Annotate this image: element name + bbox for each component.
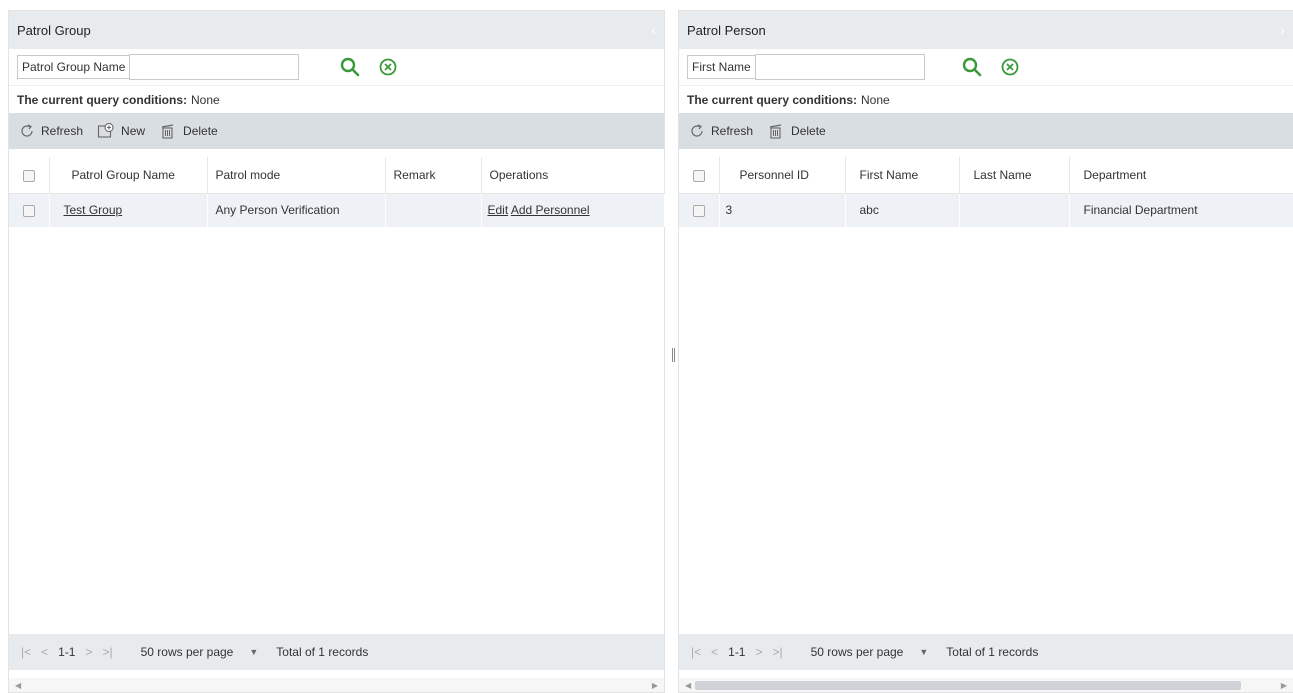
- rows-per-page-select[interactable]: 50 rows per page ▼: [141, 645, 259, 659]
- clear-icon[interactable]: [377, 56, 399, 78]
- column-header[interactable]: Personnel ID: [719, 157, 846, 194]
- patrol-person-title: Patrol Person: [687, 22, 766, 38]
- chevron-down-icon: ▼: [919, 647, 929, 657]
- table-header-row: Patrol Group Name Patrol mode Remark Ope…: [9, 157, 665, 194]
- patrol-person-panel: Patrol Person › First Name The current q…: [678, 10, 1293, 693]
- query-conditions: The current query conditions: None: [9, 85, 664, 113]
- add-personnel-link[interactable]: Add Personnel: [511, 203, 590, 217]
- edit-link[interactable]: Edit: [488, 203, 509, 217]
- total-records: Total of 1 records: [946, 645, 1039, 659]
- patrol-group-table: Patrol Group Name Patrol mode Remark Ope…: [9, 157, 665, 227]
- remark-cell: [385, 193, 482, 227]
- personnel-id-cell: 3: [719, 193, 846, 227]
- search-icon[interactable]: [961, 56, 983, 78]
- panel-splitter-handle[interactable]: [672, 348, 675, 362]
- patrol-group-name-input[interactable]: [129, 54, 300, 80]
- horizontal-scrollbar[interactable]: ◀ ▶: [679, 678, 1293, 692]
- column-header[interactable]: Patrol mode: [207, 157, 386, 194]
- horizontal-scrollbar[interactable]: ◀ ▶: [9, 678, 664, 692]
- row-checkbox[interactable]: [693, 205, 705, 218]
- patrol-group-search-row: Patrol Group Name: [9, 49, 664, 85]
- prev-page-button[interactable]: <: [41, 645, 48, 659]
- column-header[interactable]: First Name: [845, 157, 960, 194]
- next-page-button[interactable]: >: [85, 645, 92, 659]
- patrol-group-header: Patrol Group ‹: [9, 11, 664, 49]
- delete-icon: [161, 124, 174, 139]
- patrol-group-toolbar: Refresh New Delete: [9, 113, 664, 149]
- prev-page-button[interactable]: <: [711, 645, 718, 659]
- refresh-button[interactable]: Refresh: [689, 123, 753, 139]
- last-page-button[interactable]: >|: [103, 645, 113, 659]
- query-conditions-value: None: [861, 92, 890, 107]
- scroll-left-icon[interactable]: ◀: [685, 681, 691, 690]
- rows-per-page-select[interactable]: 50 rows per page ▼: [811, 645, 929, 659]
- collapse-left-icon[interactable]: ‹: [652, 23, 656, 38]
- table-header-row: Personnel ID First Name Last Name Depart…: [679, 157, 1293, 194]
- new-button[interactable]: New: [97, 123, 145, 139]
- rows-per-page-value: 50 rows per page: [810, 645, 904, 659]
- refresh-icon: [21, 124, 33, 137]
- refresh-label: Refresh: [41, 124, 84, 138]
- column-header: Operations: [481, 157, 665, 194]
- department-cell: Financial Department: [1069, 193, 1293, 227]
- delete-button[interactable]: Delete: [767, 122, 826, 140]
- column-header[interactable]: Patrol Group Name: [49, 157, 208, 194]
- column-header[interactable]: Last Name: [959, 157, 1070, 194]
- collapse-right-icon[interactable]: ›: [1281, 23, 1285, 38]
- delete-label: Delete: [183, 124, 218, 138]
- scroll-left-icon[interactable]: ◀: [15, 681, 21, 690]
- delete-button[interactable]: Delete: [159, 122, 218, 140]
- refresh-button[interactable]: Refresh: [19, 123, 83, 139]
- refresh-label: Refresh: [711, 124, 754, 138]
- patrol-group-pager: |< < 1-1 > >| 50 rows per page ▼ Total o…: [9, 634, 664, 670]
- scroll-right-icon[interactable]: ▶: [652, 681, 658, 690]
- query-conditions: The current query conditions: None: [679, 85, 1293, 113]
- patrol-person-pager: |< < 1-1 > >| 50 rows per page ▼ Total o…: [679, 634, 1293, 670]
- patrol-group-title: Patrol Group: [17, 22, 91, 38]
- new-label: New: [121, 124, 146, 138]
- patrol-person-toolbar: Refresh Delete: [679, 113, 1293, 149]
- query-conditions-label: The current query conditions:: [687, 92, 858, 107]
- search-icon[interactable]: [339, 56, 361, 78]
- new-icon: [97, 123, 114, 138]
- column-header[interactable]: Remark: [385, 157, 482, 194]
- refresh-icon: [691, 124, 703, 137]
- chevron-down-icon: ▼: [249, 647, 259, 657]
- patrol-person-table: Personnel ID First Name Last Name Depart…: [679, 157, 1293, 227]
- first-name-input[interactable]: [754, 54, 925, 80]
- patrol-person-search-row: First Name: [679, 49, 1293, 85]
- table-row[interactable]: Test Group Any Person Verification Edit …: [9, 193, 665, 227]
- row-checkbox[interactable]: [23, 205, 35, 218]
- clear-icon[interactable]: [999, 56, 1021, 78]
- scroll-right-icon[interactable]: ▶: [1281, 681, 1287, 690]
- column-header[interactable]: Department: [1069, 157, 1293, 194]
- last-name-cell: [959, 193, 1070, 227]
- group-name-link[interactable]: Test Group: [64, 203, 123, 217]
- first-name-cell: abc: [845, 193, 960, 227]
- last-page-button[interactable]: >|: [773, 645, 783, 659]
- delete-icon: [769, 124, 782, 139]
- total-records: Total of 1 records: [276, 645, 369, 659]
- patrol-group-panel: Patrol Group ‹ Patrol Group Name The cur…: [8, 10, 665, 693]
- page-range: 1-1: [728, 645, 746, 659]
- first-name-label: First Name: [687, 55, 755, 79]
- scrollbar-thumb[interactable]: [695, 681, 1241, 690]
- select-all-checkbox[interactable]: [693, 169, 705, 182]
- select-all-checkbox[interactable]: [23, 169, 35, 182]
- query-conditions-value: None: [191, 92, 220, 107]
- delete-label: Delete: [791, 124, 826, 138]
- table-row[interactable]: 3 abc Financial Department: [679, 193, 1293, 227]
- query-conditions-label: The current query conditions:: [17, 92, 188, 107]
- first-page-button[interactable]: |<: [21, 645, 31, 659]
- rows-per-page-value: 50 rows per page: [140, 645, 234, 659]
- page-range: 1-1: [58, 645, 76, 659]
- patrol-mode-cell: Any Person Verification: [207, 193, 386, 227]
- patrol-person-header: Patrol Person ›: [679, 11, 1293, 49]
- patrol-group-name-label: Patrol Group Name: [17, 55, 130, 79]
- next-page-button[interactable]: >: [755, 645, 762, 659]
- first-page-button[interactable]: |<: [691, 645, 701, 659]
